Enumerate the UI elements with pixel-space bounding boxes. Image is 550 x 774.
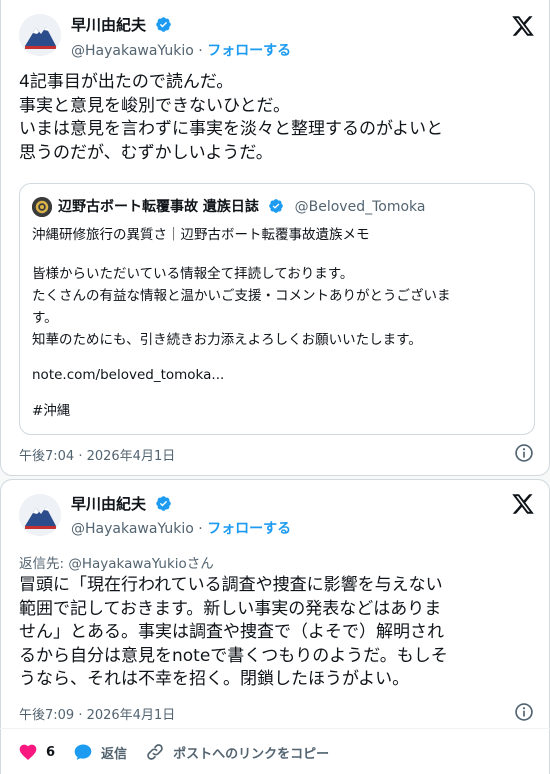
author-handle[interactable]: @HayakawaYukio	[71, 43, 194, 59]
quote-author-handle: @Beloved_Tomoka	[294, 199, 426, 215]
reply-icon	[74, 744, 92, 760]
handle-line: @HayakawaYukio · フォローする	[71, 518, 291, 538]
follow-button[interactable]: フォローする	[207, 43, 291, 59]
separator: ·	[198, 521, 203, 537]
heart-icon	[19, 744, 37, 760]
tweet-text-line: 事実と意見を峻別できないひとだ。	[19, 95, 290, 116]
info-icon[interactable]	[514, 702, 534, 722]
tweet-text-line: うなら、それは不幸を招く。閉鎖したほうがよい。	[19, 669, 410, 689]
avatar[interactable]	[19, 14, 61, 56]
quote-hashtag[interactable]: #沖縄	[32, 400, 522, 422]
x-logo-icon[interactable]	[511, 492, 535, 516]
handle-line: @HayakawaYukio · フォローする	[71, 40, 291, 60]
tweet-text-line: るから自分は意見をnoteで書くつもりのようだ。もしそ	[19, 645, 448, 666]
tweet-card-2: 早川由紀夫 @HayakawaYukio · フォローする 返信先: @Haya…	[0, 479, 550, 774]
quote-author: 辺野古ボート転覆事故 遺族日誌 @Beloved_Tomoka	[58, 196, 425, 216]
like-button[interactable]: 6	[18, 742, 55, 762]
timestamp[interactable]: 午後7:04 · 2026年4月1日	[19, 445, 175, 464]
x-logo-icon[interactable]	[511, 14, 535, 38]
quote-link[interactable]: note.com/beloved_tomoka...	[32, 364, 522, 386]
tweet-text: 4記事目が出たので読んだ。 事実と意見を峻別できないひとだ。 いまは意見を言わず…	[19, 71, 535, 165]
tweet-text-line: いまは意見を言わずに事実を淡々と整理するのがよいと	[19, 119, 444, 139]
gear-avatar-icon	[32, 197, 52, 217]
author-name[interactable]: 早川由紀夫	[71, 14, 172, 35]
action-bar: 6 返信 ポストへのリンクをコピー	[18, 740, 347, 764]
tweet-card-1: 早川由紀夫 @HayakawaYukio · フォローする 4記事目が出たので読…	[0, 0, 550, 476]
verified-badge-icon	[156, 496, 172, 511]
copy-link-button[interactable]: ポストへのリンクをコピー	[145, 742, 329, 762]
divider	[0, 728, 550, 729]
tweet-text-line: 範囲で記しておきます。新しい事実の発表などはありま	[19, 598, 442, 619]
reply-button[interactable]: 返信	[73, 742, 127, 762]
follow-button[interactable]: フォローする	[207, 521, 291, 537]
tweet-text-line: 思うのだが、むずかしいようだ。	[19, 142, 273, 163]
quote-author-name: 辺野古ボート転覆事故 遺族日誌	[58, 199, 259, 215]
quote-body: 皆様からいただいている情報全て拝読しております。 たくさんの有益な情報と温かいご…	[32, 266, 451, 348]
reply-label: 返信	[101, 746, 128, 762]
tweet-text-line: 4記事目が出たので読んだ。	[19, 72, 234, 92]
verified-badge-icon	[268, 199, 283, 213]
tweet-text-line: せん」とある。事実は調査や捜査で（よそで）解明され	[19, 622, 444, 642]
like-count: 6	[46, 744, 56, 760]
link-icon	[147, 744, 163, 760]
author-name-text: 早川由紀夫	[71, 495, 147, 513]
author-name[interactable]: 早川由紀夫	[71, 493, 172, 514]
tweet-text-line: 冒頭に「現在行われている調査や捜査に影響を与えない	[19, 575, 443, 595]
quote-title: 沖縄研修旅行の異質さ｜辺野古ボート転覆事故遺族メモ	[32, 227, 370, 243]
separator: ·	[198, 43, 203, 59]
verified-badge-icon	[156, 17, 172, 32]
copy-link-label: ポストへのリンクをコピー	[173, 746, 330, 762]
mountain-avatar-icon	[19, 14, 61, 56]
author-handle[interactable]: @HayakawaYukio	[71, 521, 194, 537]
avatar[interactable]	[19, 494, 61, 536]
author-name-text: 早川由紀夫	[71, 16, 147, 34]
info-icon[interactable]	[514, 443, 534, 463]
timestamp[interactable]: 午後7:09 · 2026年4月1日	[19, 704, 175, 723]
reply-to-label[interactable]: 返信先: @HayakawaYukioさん	[19, 552, 214, 572]
quote-avatar	[32, 197, 52, 217]
tweet-text: 冒頭に「現在行われている調査や捜査に影響を与えない 範囲で記しておきます。新しい…	[19, 574, 535, 692]
quoted-tweet[interactable]: 辺野古ボート転覆事故 遺族日誌 @Beloved_Tomoka 沖縄研修旅行の異…	[19, 183, 535, 435]
mountain-avatar-icon	[19, 494, 61, 536]
